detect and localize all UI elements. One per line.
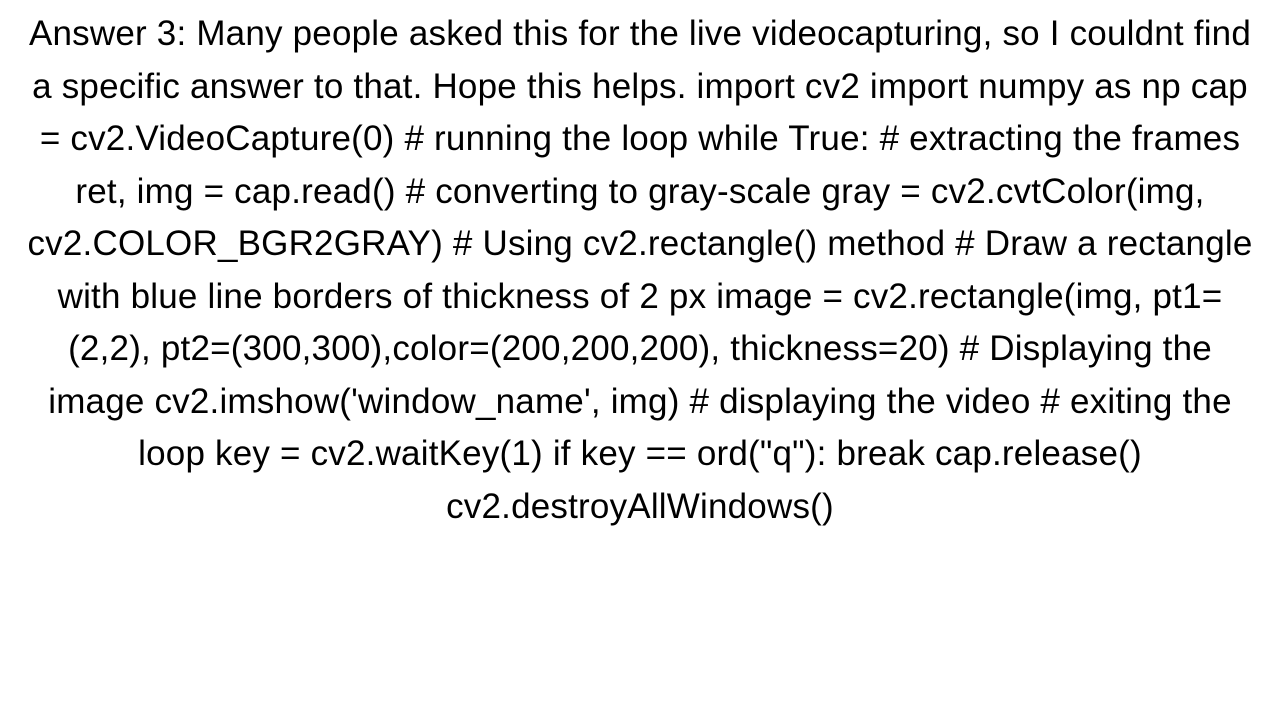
answer-text: Answer 3: Many people asked this for the… [20,8,1260,533]
